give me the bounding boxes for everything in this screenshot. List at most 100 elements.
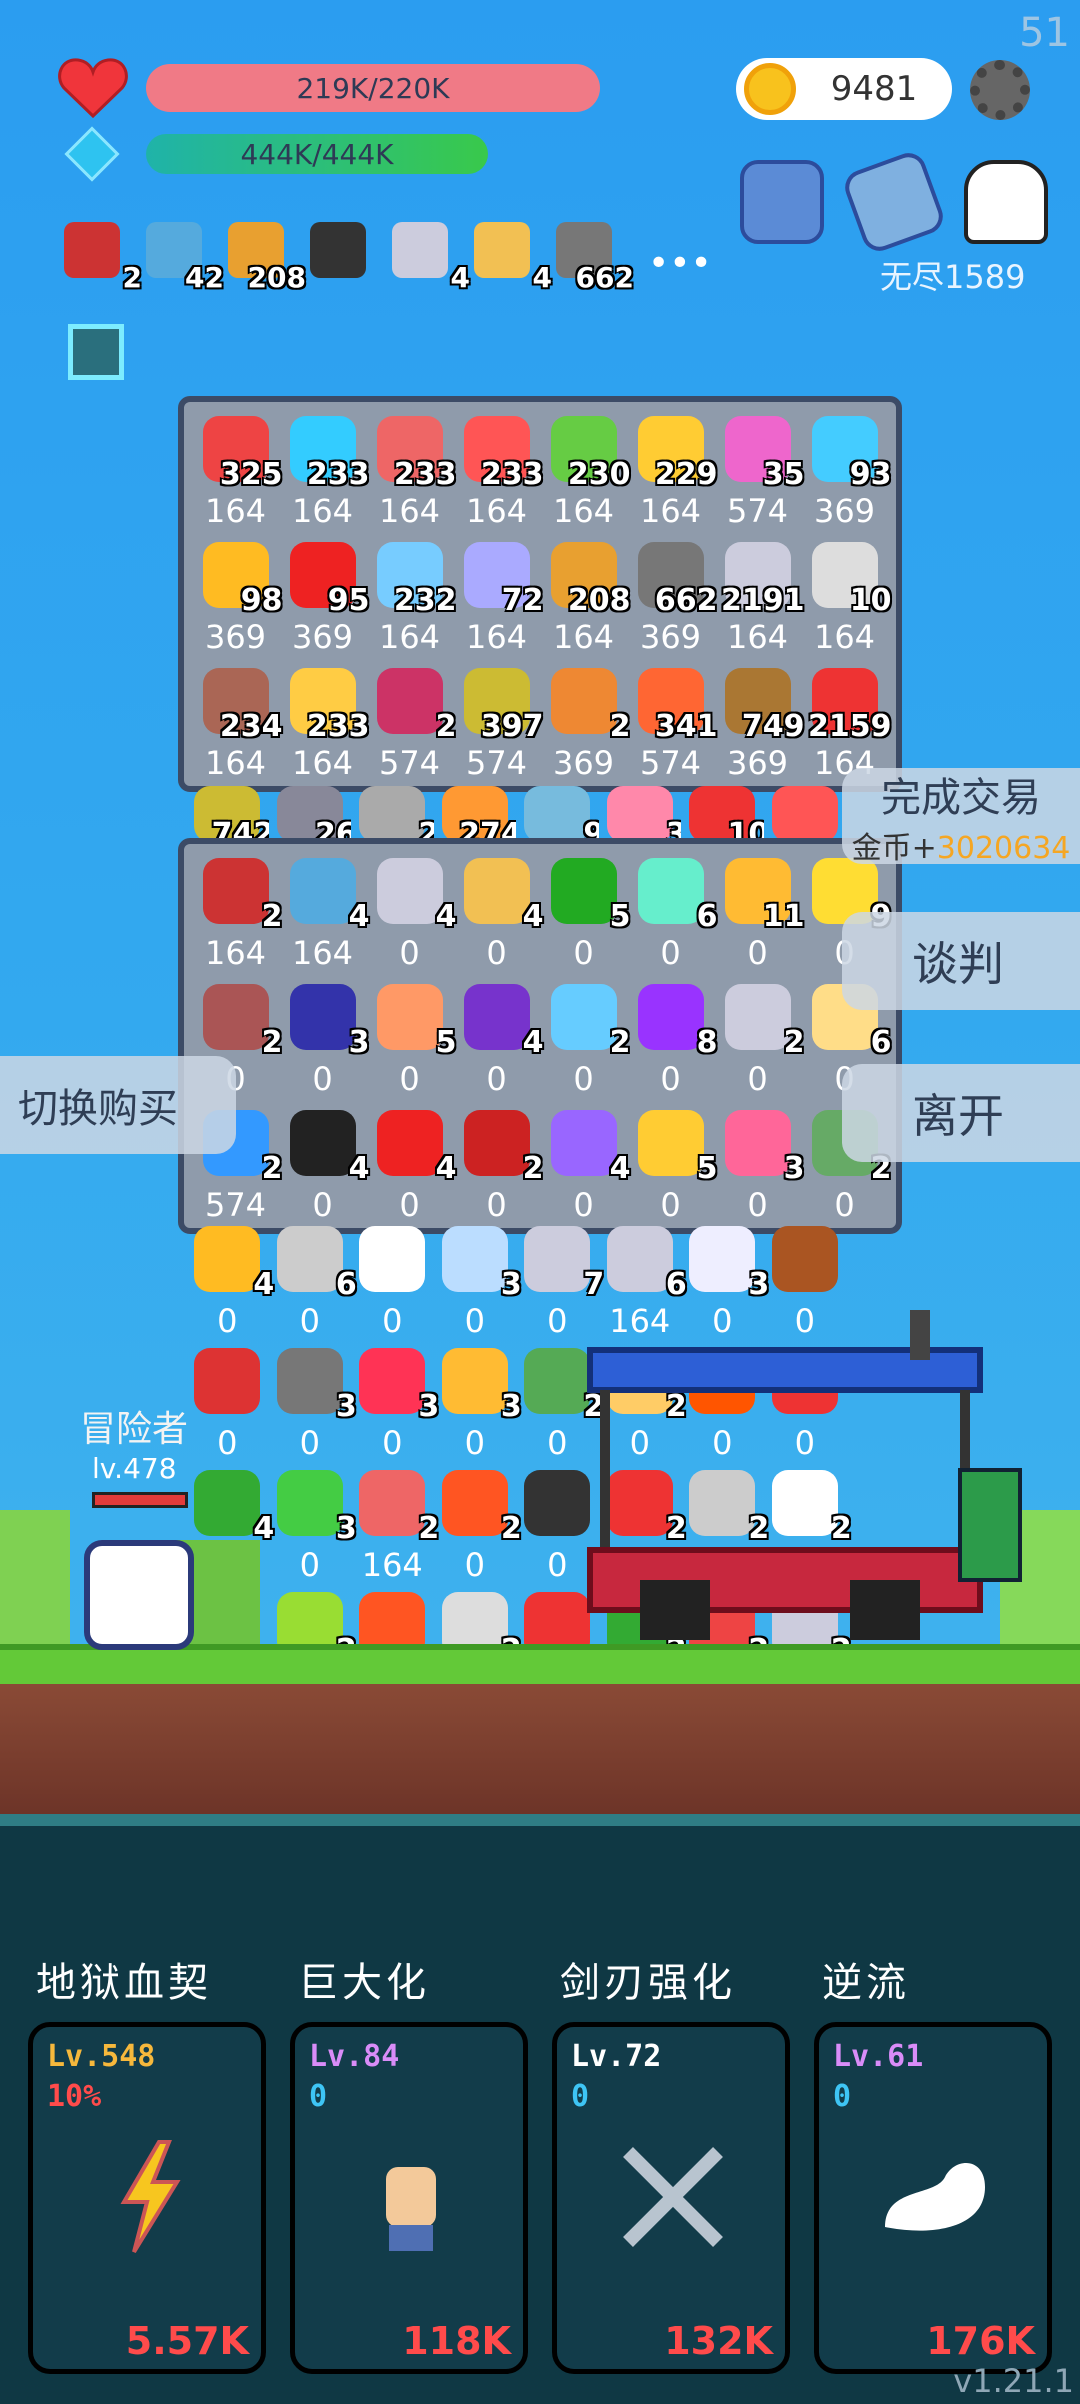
- skill-level: Lv.72: [571, 2039, 662, 2074]
- item-cell[interactable]: 80: [627, 984, 718, 1106]
- equip-slot[interactable]: 42: [146, 222, 224, 294]
- item-cell[interactable]: 3: [599, 786, 681, 842]
- item-cell[interactable]: 93 369: [801, 416, 892, 538]
- item-cell[interactable]: 40: [453, 858, 544, 980]
- item-cell[interactable]: 40: [366, 858, 457, 980]
- spirit-icon[interactable]: [740, 160, 824, 244]
- item-cell[interactable]: 35 574: [714, 416, 805, 538]
- settings-gear-icon[interactable]: [970, 60, 1030, 120]
- item-cell[interactable]: 20: [714, 984, 805, 1106]
- item-cell[interactable]: 233 164: [453, 416, 544, 538]
- item-cell[interactable]: 233 164: [366, 416, 457, 538]
- equip-slot[interactable]: 2: [64, 222, 142, 294]
- endless-stage-label: 无尽1589: [880, 258, 1026, 296]
- item-cell[interactable]: 98 369: [192, 542, 283, 664]
- item-cell[interactable]: 274: [434, 786, 516, 842]
- item-cell[interactable]: 30: [351, 1348, 439, 1470]
- item-cell[interactable]: 233 164: [279, 668, 370, 790]
- item-cell[interactable]: 4 164: [279, 858, 370, 980]
- ghost-icon[interactable]: [964, 160, 1048, 244]
- item-cell[interactable]: 60: [627, 858, 718, 980]
- equip-slot[interactable]: [310, 222, 382, 284]
- item-cell[interactable]: 95 369: [279, 542, 370, 664]
- crystal-ball-icon: 8: [637, 984, 718, 1060]
- item-cell[interactable]: 50: [540, 858, 631, 980]
- item-cell[interactable]: 749 369: [714, 668, 805, 790]
- equip-slot[interactable]: 662: [556, 222, 634, 294]
- item-cell[interactable]: 0: [351, 1226, 434, 1348]
- item-cell[interactable]: 0: [186, 1348, 269, 1470]
- item-price: 164: [552, 492, 615, 530]
- switch-buy-button[interactable]: 切换购买: [0, 1056, 236, 1154]
- item-cell[interactable]: 9: [516, 786, 599, 842]
- item-cell[interactable]: 40: [540, 1110, 631, 1232]
- equip-slot[interactable]: 208: [228, 222, 306, 294]
- item-cell[interactable]: 40: [186, 1226, 274, 1348]
- item-cell[interactable]: 234 164: [192, 668, 283, 790]
- equip-slot[interactable]: 4: [474, 222, 552, 294]
- hero-cat-sprite[interactable]: [84, 1540, 194, 1650]
- item-cell[interactable]: 662 369: [627, 542, 718, 664]
- frame-icon: 3: [441, 1226, 522, 1302]
- item-cell[interactable]: 50: [627, 1110, 718, 1232]
- leave-button[interactable]: 离开: [842, 1064, 1080, 1162]
- shield-round-icon: 234: [202, 668, 283, 744]
- item-cell[interactable]: 341 574: [627, 668, 718, 790]
- item-cell[interactable]: 11 0: [714, 858, 805, 980]
- item-cell[interactable]: 397 574: [453, 668, 544, 790]
- item-cell[interactable]: 2574: [366, 668, 457, 790]
- negotiate-button[interactable]: 谈判: [842, 912, 1080, 1010]
- skill-card[interactable]: Lv.84 0 118K: [290, 2022, 528, 2374]
- elephant-icon: 26: [276, 786, 351, 842]
- item-price: 164: [378, 492, 441, 530]
- item-quantity: 233: [306, 457, 370, 492]
- item-cell[interactable]: 72 164: [453, 542, 544, 664]
- item-cell[interactable]: 20: [453, 1110, 544, 1232]
- item-price: 574: [726, 492, 789, 530]
- complete-trade-button[interactable]: 完成交易 金币+3020634: [842, 768, 1080, 866]
- hook-icon: 4: [376, 858, 457, 934]
- item-cell[interactable]: 232 164: [366, 542, 457, 664]
- reward-value: 3020634: [936, 831, 1071, 866]
- item-cell[interactable]: 229 164: [627, 416, 718, 538]
- item-cell[interactable]: 30: [434, 1226, 522, 1348]
- item-cell[interactable]: 2: [351, 786, 434, 842]
- skill-level: Lv.548: [47, 2039, 156, 2074]
- pill-icon: 233: [463, 416, 544, 492]
- equip-slot[interactable]: 4: [392, 222, 470, 294]
- item-cell[interactable]: 50: [366, 984, 457, 1106]
- item-cell[interactable]: 10: [681, 786, 764, 842]
- item-cell[interactable]: 26: [269, 786, 351, 842]
- item-cell[interactable]: 325 164: [192, 416, 283, 538]
- item-cell[interactable]: 2164: [192, 858, 283, 980]
- briefcase-icon: 2: [550, 668, 631, 744]
- item-cell[interactable]: 208 164: [540, 542, 631, 664]
- item-price: 164: [378, 618, 441, 656]
- item-cell[interactable]: 2191 164: [714, 542, 805, 664]
- item-cell[interactable]: [764, 786, 847, 842]
- gold-counter[interactable]: 9481: [736, 58, 952, 120]
- hand-icon: 3: [276, 1348, 357, 1424]
- equip-count: 208: [247, 261, 306, 294]
- more-dots-icon[interactable]: •••: [648, 243, 712, 284]
- item-cell[interactable]: 2369: [540, 668, 631, 790]
- item-cell[interactable]: 742: [186, 786, 269, 842]
- axe-badge-icon[interactable]: [840, 148, 948, 256]
- item-cell[interactable]: 30: [279, 984, 370, 1106]
- item-cell[interactable]: 30: [434, 1348, 522, 1470]
- item-price: 164: [291, 492, 354, 530]
- item-cell[interactable]: 20: [540, 984, 631, 1106]
- item-cell[interactable]: 40: [366, 1110, 457, 1232]
- skill-card[interactable]: Lv.548 10% 5.57K: [28, 2022, 266, 2374]
- item-cell[interactable]: 30: [714, 1110, 805, 1232]
- active-buff-icon[interactable]: [68, 324, 124, 380]
- skill-card[interactable]: Lv.61 0 176K: [814, 2022, 1052, 2374]
- item-cell[interactable]: 40: [279, 1110, 370, 1232]
- item-cell[interactable]: 233 164: [279, 416, 370, 538]
- item-cell[interactable]: 60: [269, 1226, 357, 1348]
- skill-card[interactable]: Lv.72 0 132K: [552, 2022, 790, 2374]
- item-cell[interactable]: 30: [269, 1348, 357, 1470]
- item-cell[interactable]: 10 164: [801, 542, 892, 664]
- item-cell[interactable]: 40: [453, 984, 544, 1106]
- item-cell[interactable]: 230 164: [540, 416, 631, 538]
